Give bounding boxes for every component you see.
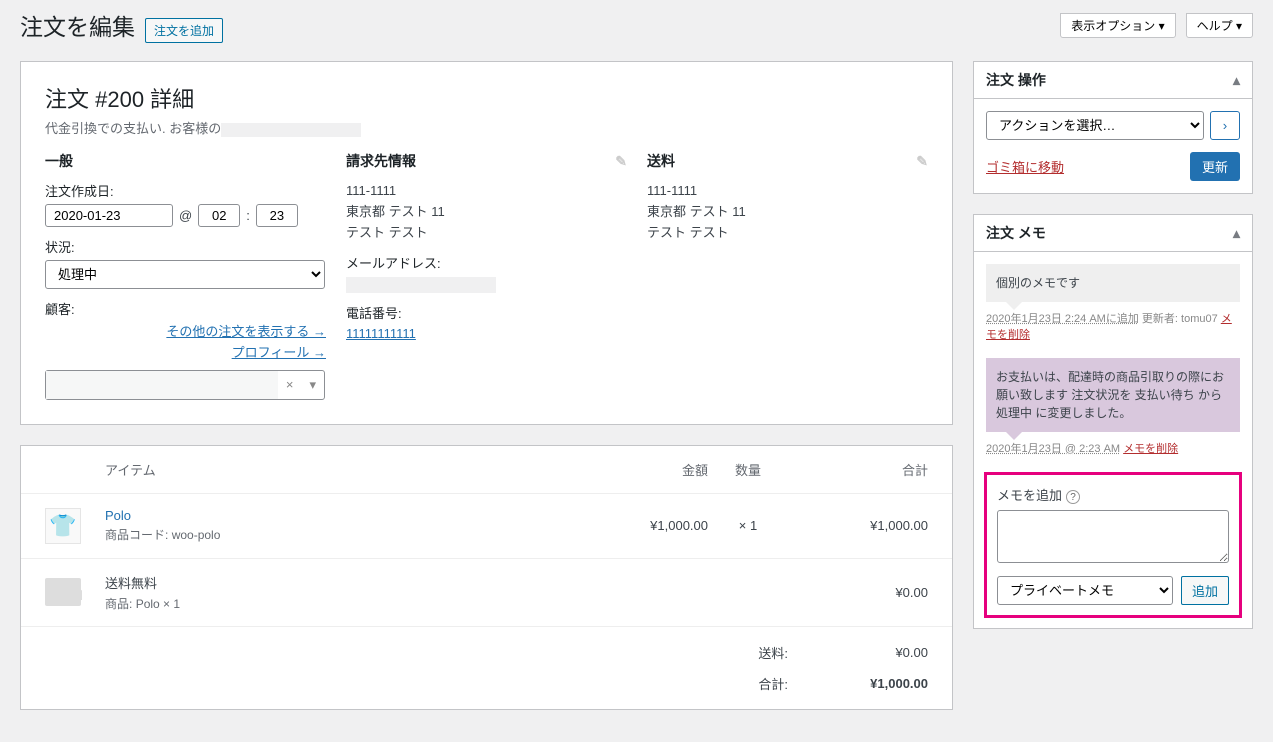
help-icon[interactable]: ?: [1066, 490, 1080, 504]
billing-heading: 請求先情報: [346, 151, 416, 171]
shipping-address: 111-1111 東京都 テスト 11 テスト テスト: [647, 181, 928, 243]
panel-toggle-icon[interactable]: ▴: [1233, 225, 1240, 242]
add-note-button[interactable]: 追加: [1181, 576, 1229, 605]
billing-phone-link[interactable]: 11111111111: [346, 326, 416, 341]
order-action-select[interactable]: アクションを選択…: [986, 111, 1204, 140]
product-name-link[interactable]: Polo: [105, 508, 131, 523]
pencil-icon[interactable]: ✎: [615, 153, 627, 170]
order-hour-input[interactable]: [198, 204, 240, 227]
order-actions-heading: 注文 操作: [986, 70, 1046, 90]
shipping-item-row: 送料無料 商品: Polo × 1 ¥0.00: [21, 559, 952, 627]
item-total: ¥1,000.00: [788, 518, 928, 533]
date-label: 注文作成日:: [45, 181, 326, 200]
order-note-system: お支払いは、配達時の商品引取りの際にお願い致します 注文状況を 支払い待ち から…: [986, 358, 1240, 432]
chevron-down-icon[interactable]: ▾: [301, 377, 324, 393]
col-total-header: 合計: [788, 460, 928, 479]
note-type-select[interactable]: プライベートメモ: [997, 576, 1173, 605]
col-qty-header: 数量: [708, 460, 788, 479]
panel-toggle-icon[interactable]: ▴: [1233, 72, 1240, 89]
totals-ship-label: 送料:: [688, 643, 788, 662]
order-date-input[interactable]: [45, 204, 173, 227]
product-thumbnail: 👕: [45, 508, 81, 544]
item-qty: × 1: [708, 518, 788, 533]
delete-note-link[interactable]: メモを削除: [1123, 443, 1178, 455]
note-textarea[interactable]: [997, 510, 1229, 563]
order-notes-heading: 注文 メモ: [986, 223, 1046, 243]
col-item-header: アイテム: [105, 460, 588, 479]
totals-total-value: ¥1,000.00: [788, 676, 928, 691]
help-toggle[interactable]: ヘルプ ▾: [1186, 13, 1253, 38]
other-orders-link[interactable]: その他の注文を表示する →: [166, 324, 326, 339]
item-amount: ¥1,000.00: [588, 518, 708, 533]
add-note-highlight-box: メモを追加? プライベートメモ 追加: [984, 472, 1242, 618]
customer-select[interactable]: × ▾: [45, 370, 325, 400]
customer-label: 顧客:: [45, 299, 326, 318]
col-amount-header: 金額: [588, 460, 708, 479]
order-title: 注文 #200 詳細: [45, 82, 928, 114]
shipping-total: ¥0.00: [788, 585, 928, 600]
shipping-heading: 送料: [647, 151, 675, 171]
status-label: 状況:: [45, 237, 326, 256]
order-note: 個別のメモです: [986, 264, 1240, 302]
run-action-button[interactable]: ›: [1210, 111, 1240, 140]
note-meta: 2020年1月23日 @ 2:23 AM メモを削除: [986, 440, 1240, 456]
order-status-select[interactable]: 処理中: [45, 260, 325, 289]
move-to-trash-link[interactable]: ゴミ箱に移動: [986, 157, 1064, 176]
add-order-button[interactable]: 注文を追加: [145, 18, 223, 43]
order-subtitle: 代金引換での支払い. お客様の: [45, 118, 928, 137]
email-label: メールアドレス:: [346, 253, 627, 272]
add-note-label: メモを追加: [997, 488, 1062, 503]
order-minute-input[interactable]: [256, 204, 298, 227]
note-meta: 2020年1月23日 2:24 AMに追加 更新者: tomu07 メモを削除: [986, 310, 1240, 342]
general-heading: 一般: [45, 151, 326, 171]
update-button[interactable]: 更新: [1190, 152, 1240, 181]
shipping-icon: [45, 578, 81, 606]
profile-link[interactable]: プロフィール →: [232, 345, 326, 360]
phone-label: 電話番号:: [346, 303, 627, 322]
page-title: 注文を編集: [20, 8, 135, 42]
screen-options-toggle[interactable]: 表示オプション ▾: [1060, 13, 1175, 38]
pencil-icon[interactable]: ✎: [916, 153, 928, 170]
billing-address: 111-1111 東京都 テスト 11 テスト テスト: [346, 181, 627, 243]
totals-ship-value: ¥0.00: [788, 645, 928, 660]
customer-clear-icon[interactable]: ×: [278, 377, 302, 392]
line-item-row: 👕 Polo 商品コード: woo-polo ¥1,000.00 × 1 ¥1,…: [21, 494, 952, 559]
totals-total-label: 合計:: [688, 674, 788, 693]
